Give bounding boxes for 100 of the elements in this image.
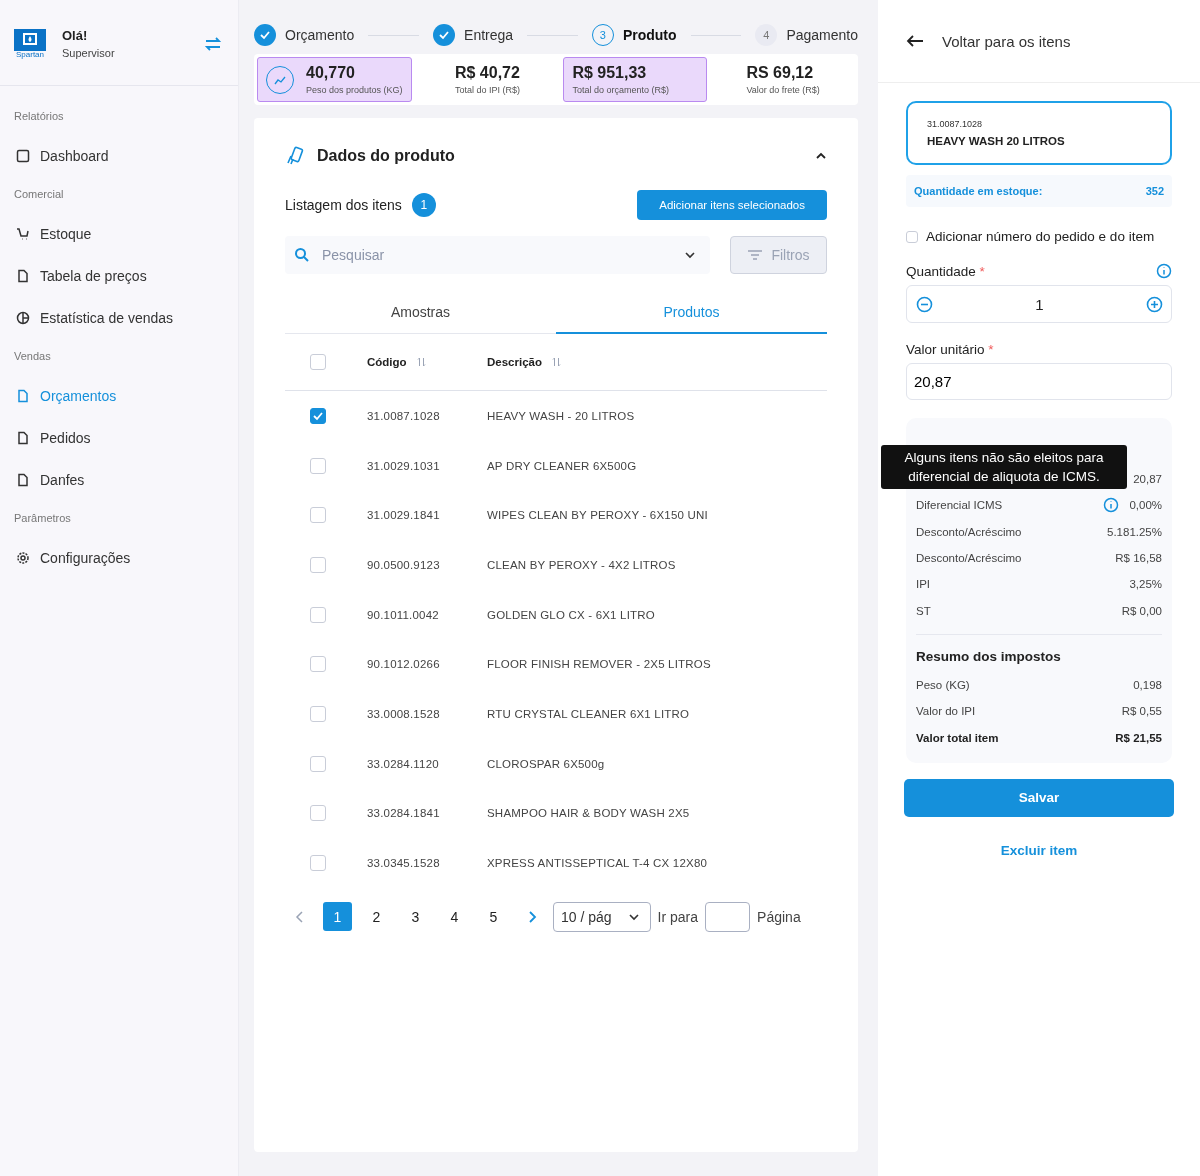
row-checkbox[interactable] [310, 855, 326, 872]
table-cell-text: 31.0029.1841 [367, 509, 441, 522]
page-link[interactable]: 2 [362, 902, 391, 932]
row-checkbox[interactable] [310, 556, 326, 573]
tab[interactable]: Amostras [285, 296, 556, 334]
nav-item[interactable]: Pedidos [14, 418, 238, 460]
value-label: IPI [916, 578, 931, 591]
plus-icon[interactable] [1146, 295, 1163, 313]
table-cell-text: 90.1011.0042 [367, 608, 440, 621]
step-number: 4 [755, 24, 778, 46]
page-link[interactable]: 4 [440, 902, 469, 932]
nav-item[interactable]: Tabela de preços [14, 256, 238, 298]
document-icon [16, 473, 30, 487]
page-label: Página [757, 908, 801, 925]
table-cell-text: 33.0284.1841 [367, 807, 441, 820]
info-icon[interactable] [1103, 497, 1120, 514]
page-size-select[interactable]: 10 / pág [553, 901, 651, 932]
summary-label: Total do orçamento (R$) [572, 85, 669, 95]
unit-price-label: Valor unitário * [906, 342, 994, 357]
tooltip: Alguns itens não são eleitos para diferencial de aliquota de ICMS. [881, 445, 1127, 489]
step-label[interactable]: Entrega [464, 27, 514, 43]
value-label: Desconto/Acréscimo [916, 552, 1022, 565]
order-number-checkbox[interactable]: Adicionar número do pedido e do item [906, 229, 1172, 244]
sort-icon[interactable] [552, 356, 561, 368]
value-amount: 5.181.25% [1107, 525, 1162, 538]
row-checkbox[interactable] [310, 705, 326, 722]
table-cell-text: 90.1012.0266 [367, 658, 441, 671]
value-amount: 0,00% [1129, 499, 1162, 512]
table-cell-text: CLEAN BY PEROXY - 4X2 LITROS [487, 558, 677, 571]
section-title: Vendas [14, 349, 52, 364]
swap-icon[interactable] [204, 34, 222, 53]
row-checkbox[interactable] [310, 805, 326, 822]
goto-page-field[interactable] [705, 901, 751, 932]
cart-icon [16, 227, 30, 241]
sort-icon[interactable] [416, 356, 426, 368]
value-amount: R$ 0,00 [1121, 604, 1162, 617]
table-cell-text: XPRESS ANTISSEPTICAL T-4 CX 12X80 [487, 857, 709, 870]
nav-item[interactable]: Estatística de vendas [14, 298, 238, 340]
nav-item[interactable]: Danfes [14, 460, 238, 502]
previous-page-icon[interactable] [295, 909, 305, 924]
table-cell-text: WIPES CLEAN BY PEROXY - 6X150 UNI [487, 509, 709, 522]
value-label: ST [916, 604, 931, 617]
stock-value: 352 [1145, 185, 1164, 197]
quantity-field[interactable]: 1 [906, 285, 1172, 323]
column-header[interactable]: Código [367, 356, 407, 368]
summary-label: Peso dos produtos (KG) [306, 85, 403, 95]
row-checkbox[interactable] [310, 457, 326, 474]
table-cell-text: 31.0087.1028 [367, 409, 441, 422]
nav-item[interactable]: Configurações [14, 538, 238, 580]
nav-item[interactable]: Dashboard [14, 136, 238, 178]
step-label[interactable]: Orçamento [285, 27, 355, 43]
goto-label: Ir para [657, 908, 699, 925]
column-header[interactable]: Descrição [487, 356, 542, 368]
quantity-label: Quantidade * [906, 263, 985, 279]
search-icon [294, 247, 310, 263]
value-amount: 20,87 [1133, 473, 1162, 486]
row-checkbox[interactable] [310, 507, 326, 524]
row-checkbox[interactable] [310, 755, 326, 772]
document-icon [16, 269, 30, 283]
page-link[interactable]: 3 [401, 902, 430, 932]
chevron-down-icon [684, 249, 696, 261]
table-cell-text: 33.0345.1528 [367, 857, 441, 870]
value-amount: R$ 16,58 [1115, 552, 1162, 565]
unit-price-field[interactable]: 20,87 [906, 363, 1172, 400]
page-link[interactable]: 5 [479, 902, 508, 932]
row-checkbox[interactable] [310, 407, 326, 424]
greeting: Olá! [62, 28, 89, 43]
summary-value: 40,770 [306, 64, 356, 82]
value-label: Desconto/Acréscimo [916, 525, 1022, 538]
filter-icon [747, 249, 764, 261]
table-cell-text: CLOROSPAR 6X500g [487, 757, 606, 770]
document-icon [16, 389, 30, 403]
row-checkbox[interactable] [310, 606, 326, 623]
step-label[interactable]: Produto [622, 27, 677, 43]
nav-item[interactable]: Estoque [14, 214, 238, 256]
next-page-icon[interactable] [527, 909, 537, 924]
select-all-checkbox[interactable] [310, 354, 326, 370]
info-icon[interactable] [1156, 263, 1172, 279]
section-title: Dados do produto [317, 147, 456, 165]
table-cell-text: SHAMPOO HAIR & BODY WASH 2X5 [487, 807, 691, 820]
row-checkbox[interactable] [310, 656, 326, 673]
tax-label: Valor total item [916, 731, 999, 744]
back-link[interactable]: Voltar para os itens [906, 32, 1071, 50]
tax-value: R$ 21,55 [1115, 731, 1162, 744]
user-role: Supervisor [62, 47, 116, 59]
back-arrow-icon [906, 34, 924, 48]
summary-value: R$ 40,72 [454, 64, 520, 82]
table-cell-text: 33.0284.1120 [367, 757, 440, 770]
summary-label: Valor do frete (R$) [746, 85, 820, 95]
section-title: Comercial [14, 187, 65, 202]
table-cell-text: 33.0008.1528 [367, 707, 441, 720]
tab[interactable]: Produtos [556, 296, 827, 334]
table-cell-text: 90.0500.9123 [367, 558, 441, 571]
tax-label: Peso (KG) [916, 678, 970, 691]
step-label[interactable]: Pagamento [786, 27, 858, 43]
table-cell-text: RTU CRYSTAL CLEANER 6X1 LITRO [487, 707, 691, 720]
table-cell-text: GOLDEN GLO CX - 6X1 LITRO [487, 608, 656, 621]
tax-value: R$ 0,55 [1121, 705, 1162, 718]
search-field[interactable]: Pesquisar [285, 236, 710, 274]
minus-icon[interactable] [916, 295, 933, 313]
